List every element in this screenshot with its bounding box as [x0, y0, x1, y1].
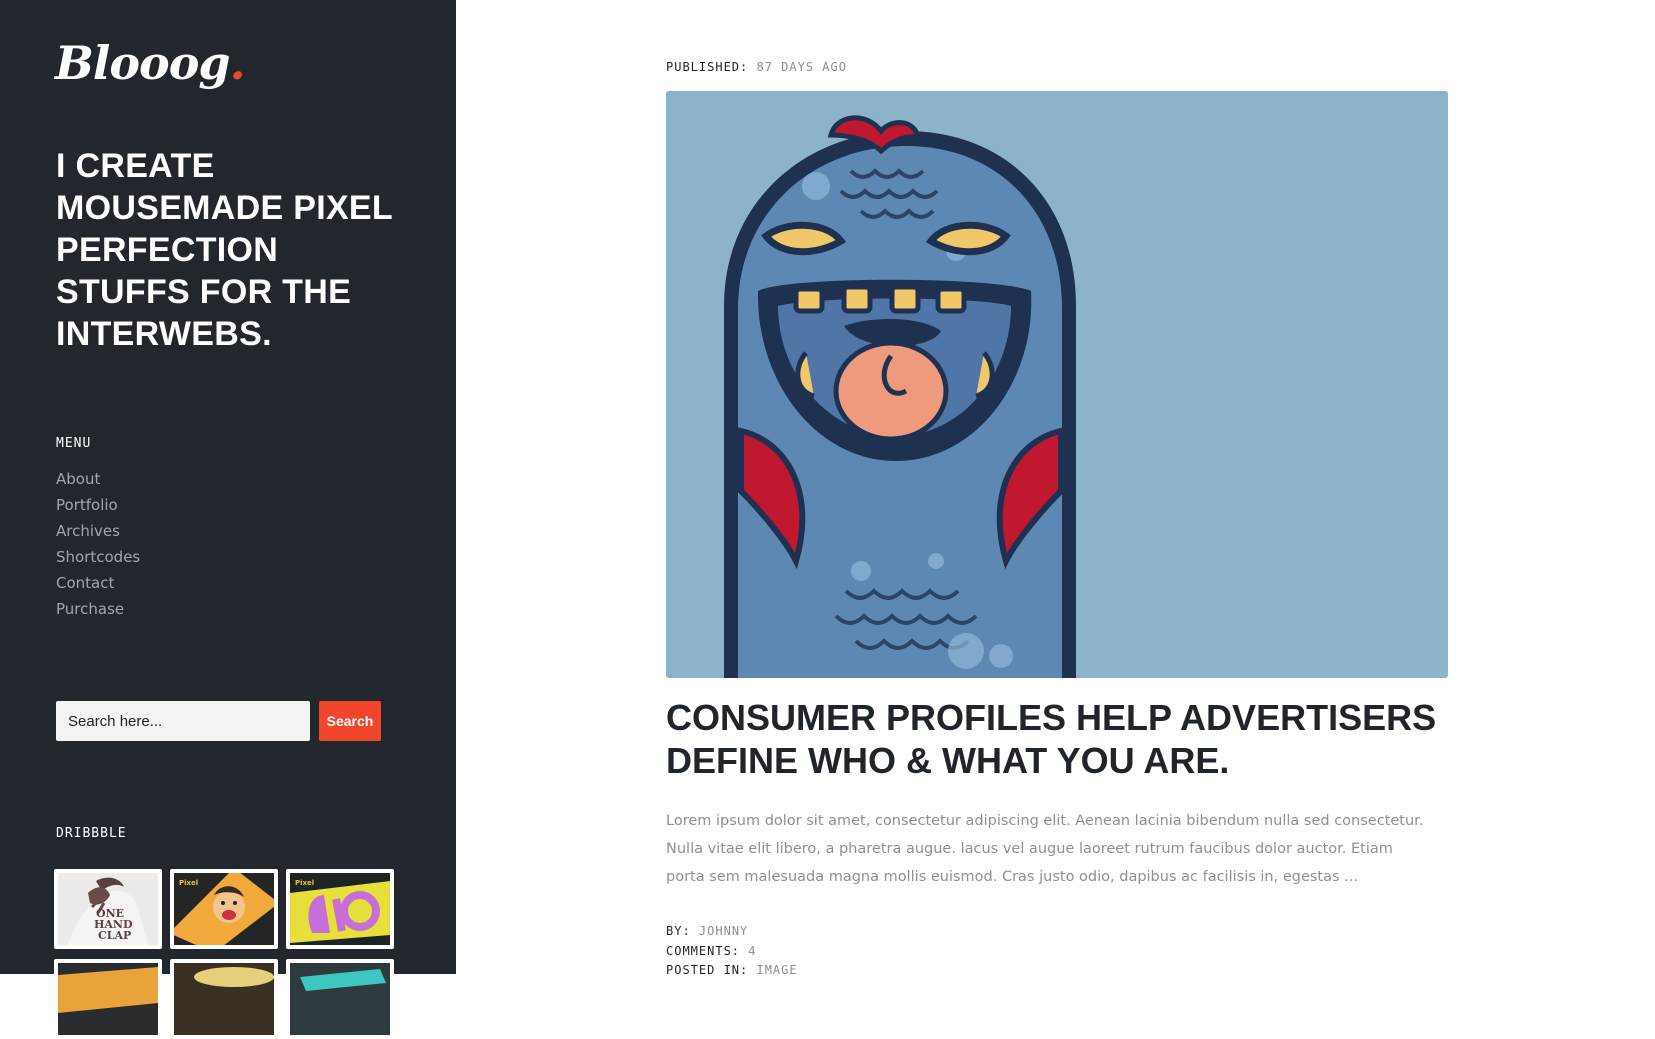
- comments-label: COMMENTS:: [666, 944, 741, 958]
- author-meta: BY: JOHNNY: [666, 924, 748, 938]
- site-logo[interactable]: Blooog.: [55, 40, 246, 86]
- blue-monster-illustration-icon: [666, 91, 1448, 678]
- featured-image[interactable]: [666, 91, 1448, 678]
- author-label: BY:: [666, 924, 691, 938]
- dribbble-shot-4[interactable]: [54, 959, 162, 1039]
- menu-heading: MENU: [56, 436, 92, 451]
- category-link[interactable]: IMAGE: [756, 963, 797, 977]
- menu-item-portfolio[interactable]: Portfolio: [56, 492, 140, 518]
- svg-text:Pixel: Pixel: [295, 879, 314, 887]
- dribbble-shot-6[interactable]: [286, 959, 394, 1039]
- menu-item-shortcodes[interactable]: Shortcodes: [56, 544, 140, 570]
- menu-item-archives[interactable]: Archives: [56, 518, 140, 544]
- sidebar: Blooog. I create mousemade pixel perfect…: [0, 0, 456, 1039]
- dribbble-shot-3[interactable]: Pixel: [286, 869, 394, 949]
- category-meta: POSTED IN: IMAGE: [666, 963, 798, 977]
- post-excerpt: Lorem ipsum dolor sit amet, consectetur …: [666, 813, 1424, 885]
- author-link[interactable]: JOHNNY: [699, 924, 748, 938]
- logo-dot: .: [229, 36, 246, 90]
- purple-monster-thumb-icon: Pixel: [290, 873, 390, 945]
- published-meta: PUBLISHED: 87 DAYS AGO: [666, 60, 847, 74]
- dribbble-shot-2[interactable]: Pixel: [170, 869, 278, 949]
- search-input[interactable]: [56, 701, 310, 741]
- published-value: 87 DAYS AGO: [756, 60, 847, 74]
- one-hand-clap-thumb-icon: ONE HAND CLAP: [58, 873, 158, 945]
- menu-item-contact[interactable]: Contact: [56, 570, 140, 596]
- menu-item-purchase[interactable]: Purchase: [56, 596, 140, 622]
- menu-item-about[interactable]: About: [56, 466, 140, 492]
- dribbble-heading: DRIBBBLE: [56, 826, 127, 841]
- cartoon-face-thumb-icon: Pixel: [174, 873, 274, 945]
- sidebar-menu: About Portfolio Archives Shortcodes Cont…: [56, 466, 140, 622]
- dribbble-shot-5[interactable]: [170, 959, 278, 1039]
- dribbble-shot-1[interactable]: ONE HAND CLAP: [54, 869, 162, 949]
- search-button[interactable]: Search: [319, 701, 381, 741]
- published-label: PUBLISHED:: [666, 60, 749, 74]
- comments-count-link[interactable]: 4: [748, 944, 756, 958]
- svg-text:Pixel: Pixel: [179, 879, 198, 887]
- post-title[interactable]: Consumer profiles help advertisers defin…: [666, 696, 1448, 782]
- site-tagline: I create mousemade pixel perfection stuf…: [56, 147, 393, 353]
- category-label: POSTED IN:: [666, 963, 749, 977]
- svg-text:CLAP: CLAP: [98, 929, 131, 942]
- comments-meta: COMMENTS: 4: [666, 944, 757, 958]
